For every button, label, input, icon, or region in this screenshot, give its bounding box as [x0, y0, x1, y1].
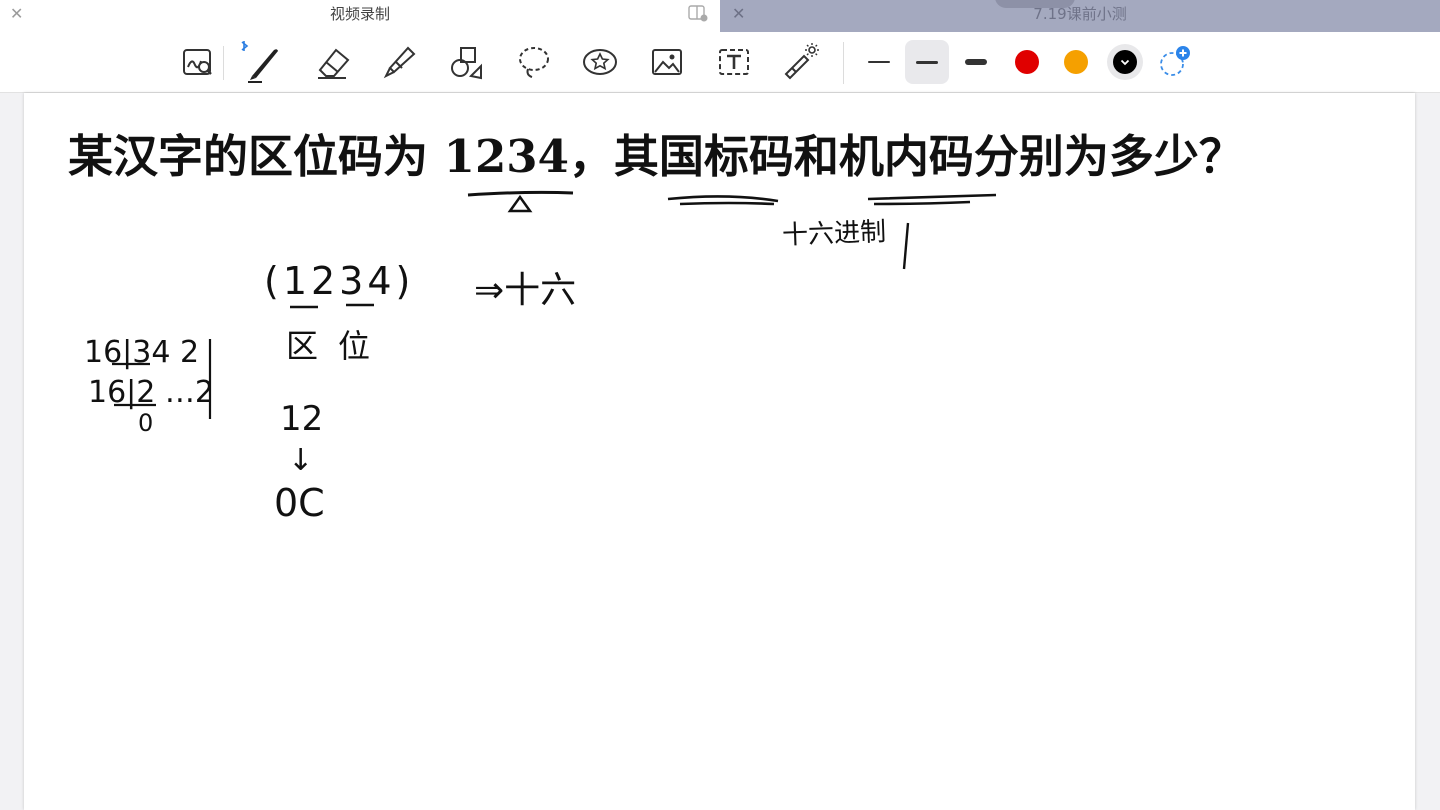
color-black-button[interactable]	[1113, 50, 1137, 74]
triangle-mark	[507, 194, 533, 213]
whiteboard-page[interactable]: 某汉字的区位码为 1234，其国标码和机内码分别为多少？ 十六进制 (1234)…	[24, 93, 1415, 810]
stroke-medium-button[interactable]	[905, 40, 949, 84]
underline-jineima	[867, 193, 997, 206]
tab-class-quiz[interactable]: ✕ 7.19课前小测	[720, 0, 1440, 32]
tab-title: 7.19课前小测	[1033, 5, 1127, 23]
toolbar	[0, 32, 1440, 93]
lasso-icon[interactable]	[512, 40, 556, 84]
stroke-thick-button[interactable]	[954, 40, 998, 84]
sticker-icon[interactable]	[578, 40, 622, 84]
underline-guobiao	[667, 195, 779, 206]
ink-vertical-stroke	[902, 222, 910, 270]
chevron-down-icon	[1120, 59, 1130, 66]
toolbar-divider	[223, 46, 224, 80]
bluetooth-pen-icon[interactable]	[240, 40, 284, 84]
split-view-icon[interactable]	[688, 4, 708, 22]
tab-bar: ✕ 视频录制 ✕ 7.19课前小测	[0, 0, 1440, 32]
tab-video-recording[interactable]: ✕ 视频录制	[0, 0, 720, 32]
toolbar-divider	[843, 42, 844, 84]
ink-strokes	[112, 190, 997, 419]
stroke-thin-button[interactable]	[857, 40, 901, 84]
image-icon[interactable]	[645, 40, 689, 84]
color-red-button[interactable]	[1015, 50, 1039, 74]
eraser-icon[interactable]	[310, 40, 354, 84]
shapes-icon[interactable]	[445, 40, 489, 84]
division-bar	[112, 339, 212, 419]
underline-1234	[467, 190, 574, 197]
highlighter-icon[interactable]	[378, 40, 422, 84]
laser-pointer-icon[interactable]	[780, 40, 824, 84]
zoom-writing-icon[interactable]	[176, 40, 220, 84]
tab-title: 视频录制	[329, 5, 390, 23]
color-orange-button[interactable]	[1064, 50, 1088, 74]
add-color-icon[interactable]	[1152, 40, 1196, 84]
text-box-icon[interactable]	[712, 40, 756, 84]
